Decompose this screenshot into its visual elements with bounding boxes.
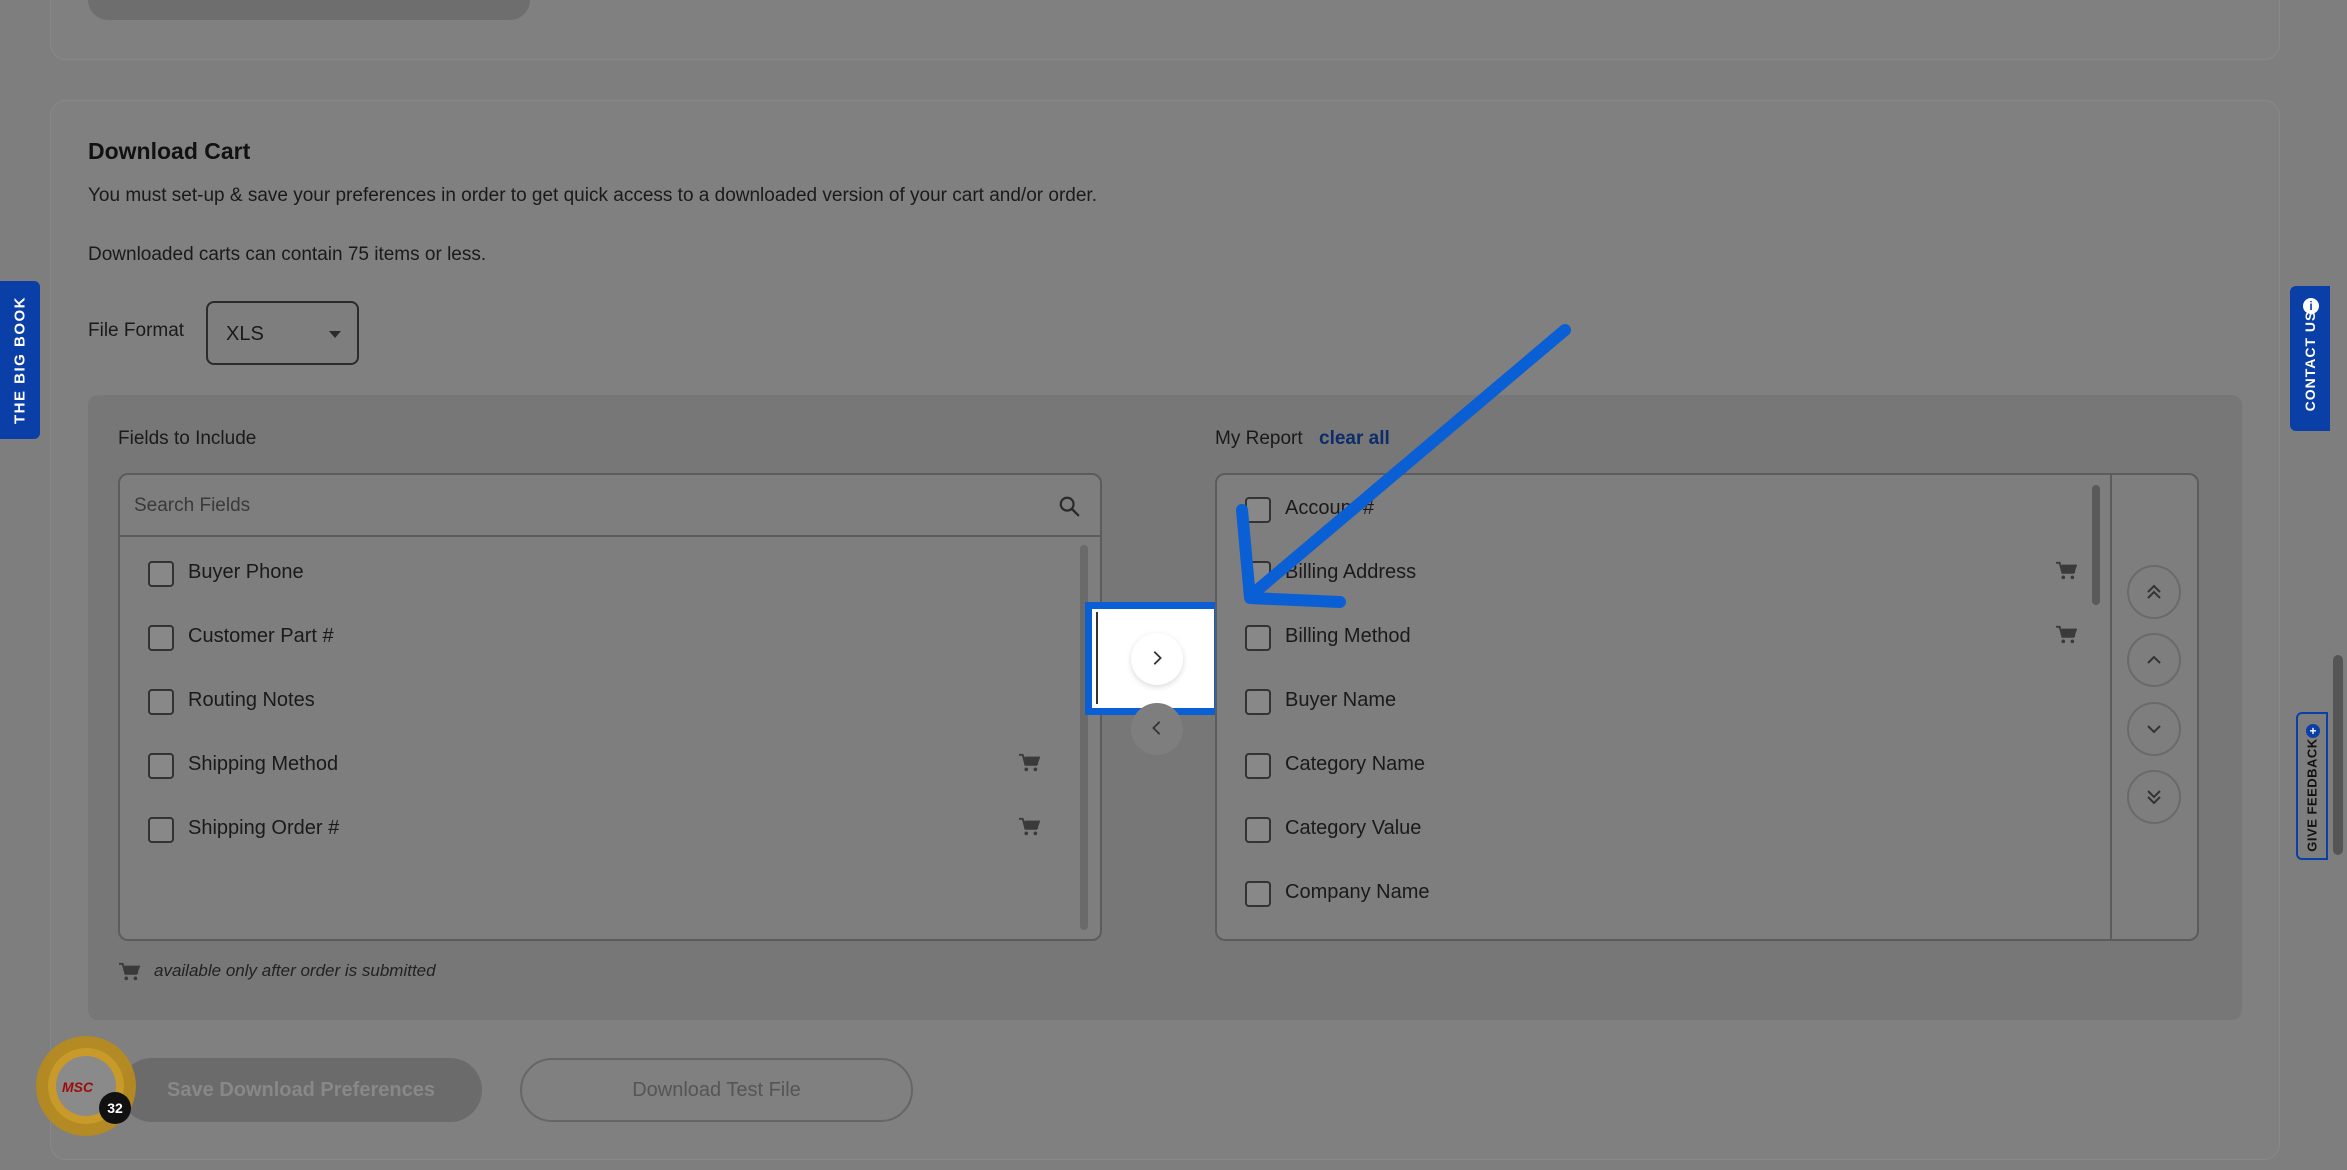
my-report-list: Account # Billing Address Billing Method…: [1217, 475, 2097, 923]
my-report-box: Account # Billing Address Billing Method…: [1215, 473, 2199, 941]
field-label: Billing Method: [1285, 625, 1411, 647]
search-icon[interactable]: [1058, 495, 1080, 517]
big-book-tab[interactable]: THE BIG BOOK: [0, 281, 40, 439]
move-to-top-button[interactable]: [2127, 565, 2181, 619]
list-item[interactable]: Billing Method: [1217, 603, 2097, 667]
clear-all-link[interactable]: clear all: [1319, 428, 1390, 450]
chevron-right-icon: [1153, 651, 1162, 665]
chevron-up-icon: [2147, 655, 2161, 664]
cart-icon: [119, 962, 140, 981]
cart-limit-note: Downloaded carts can contain 75 items or…: [88, 244, 487, 265]
list-item[interactable]: Buyer Phone: [120, 539, 1080, 603]
list-item[interactable]: Category Value: [1217, 795, 2097, 859]
field-label: Company Name: [1285, 881, 1430, 903]
give-feedback-tab[interactable]: + GIVE FEEDBACK: [2296, 712, 2328, 860]
checkbox[interactable]: [1245, 689, 1271, 715]
checkbox[interactable]: [1245, 881, 1271, 907]
list-item[interactable]: Shipping Method: [120, 731, 1080, 795]
checkbox[interactable]: [148, 561, 174, 587]
contact-us-label: CONTACT US: [2302, 311, 2318, 412]
chevron-left-icon: [1152, 721, 1161, 735]
file-format-value: XLS: [226, 323, 264, 345]
list-item[interactable]: Category Name: [1217, 731, 2097, 795]
checkbox[interactable]: [1245, 753, 1271, 779]
msc-logo-text: MSC: [62, 1079, 94, 1095]
cart-icon: [2056, 625, 2077, 644]
checkbox[interactable]: [1245, 497, 1271, 523]
big-book-label: THE BIG BOOK: [11, 295, 29, 425]
move-down-button[interactable]: [2127, 702, 2181, 756]
field-label: Account #: [1285, 497, 1374, 519]
field-label: Shipping Method: [188, 753, 339, 775]
move-up-button[interactable]: [2127, 633, 2181, 687]
highlight-divider: [1096, 612, 1098, 704]
chevron-down-icon: [2147, 725, 2161, 734]
move-to-bottom-button[interactable]: [2127, 770, 2181, 824]
order-controls-divider: [2110, 475, 2112, 939]
caret-down-icon: [329, 331, 341, 338]
section-title: Download Cart: [88, 138, 251, 164]
cart-icon: [2056, 561, 2077, 580]
my-report-label: My Report: [1215, 428, 1303, 449]
list-item[interactable]: Routing Notes: [120, 667, 1080, 731]
field-label: Billing Address: [1285, 561, 1417, 583]
field-label: Routing Notes: [188, 689, 315, 711]
search-fields-input[interactable]: [134, 489, 1014, 523]
section-description: You must set-up & save your preferences …: [88, 185, 1097, 206]
checkbox[interactable]: [148, 817, 174, 843]
move-right-button[interactable]: [1131, 633, 1183, 685]
list-item[interactable]: Buyer Name: [1217, 667, 2097, 731]
plus-icon: +: [2306, 724, 2320, 738]
cart-icon: [1019, 753, 1040, 772]
search-row: [120, 475, 1100, 537]
field-label: Buyer Name: [1285, 689, 1397, 711]
give-feedback-label: GIVE FEEDBACK: [2304, 737, 2320, 852]
move-left-button[interactable]: [1131, 703, 1183, 755]
field-label: Buyer Phone: [188, 561, 304, 583]
double-chevron-down-icon: [2147, 790, 2161, 805]
double-chevron-up-icon: [2147, 584, 2161, 599]
page-scrollbar[interactable]: [2333, 655, 2343, 855]
list-item[interactable]: Shipping Order #: [120, 795, 1080, 859]
field-label: Category Name: [1285, 753, 1426, 775]
contact-us-tab[interactable]: i CONTACT US: [2290, 286, 2330, 431]
fields-to-include-label: Fields to Include: [118, 428, 257, 449]
field-label: Category Value: [1285, 817, 1422, 839]
checkbox[interactable]: [148, 689, 174, 715]
download-test-file-button[interactable]: Download Test File: [520, 1058, 913, 1122]
list-item[interactable]: Account #: [1217, 475, 2097, 539]
checkbox[interactable]: [1245, 625, 1271, 651]
field-label: Shipping Order #: [188, 817, 340, 839]
save-preferences-button[interactable]: Save Download Preferences: [120, 1058, 482, 1122]
cart-icon: [1019, 817, 1040, 836]
list-item[interactable]: Company Name: [1217, 859, 2097, 923]
previous-section-button[interactable]: [88, 0, 530, 20]
checkbox[interactable]: [1245, 561, 1271, 587]
available-fields-list: Buyer Phone Customer Part # Routing Note…: [120, 539, 1080, 859]
checkbox[interactable]: [148, 625, 174, 651]
file-format-label: File Format: [88, 320, 185, 341]
available-fields-box: Buyer Phone Customer Part # Routing Note…: [118, 473, 1102, 941]
field-label: Customer Part #: [188, 625, 334, 647]
checkbox[interactable]: [1245, 817, 1271, 843]
cart-availability-note: available only after order is submitted: [154, 961, 436, 980]
file-format-select[interactable]: XLS: [206, 301, 359, 365]
notification-count: 32: [99, 1092, 131, 1124]
list-item[interactable]: Billing Address: [1217, 539, 2097, 603]
my-report-scrollbar[interactable]: [2092, 485, 2100, 605]
list-item[interactable]: Customer Part #: [120, 603, 1080, 667]
checkbox[interactable]: [148, 753, 174, 779]
